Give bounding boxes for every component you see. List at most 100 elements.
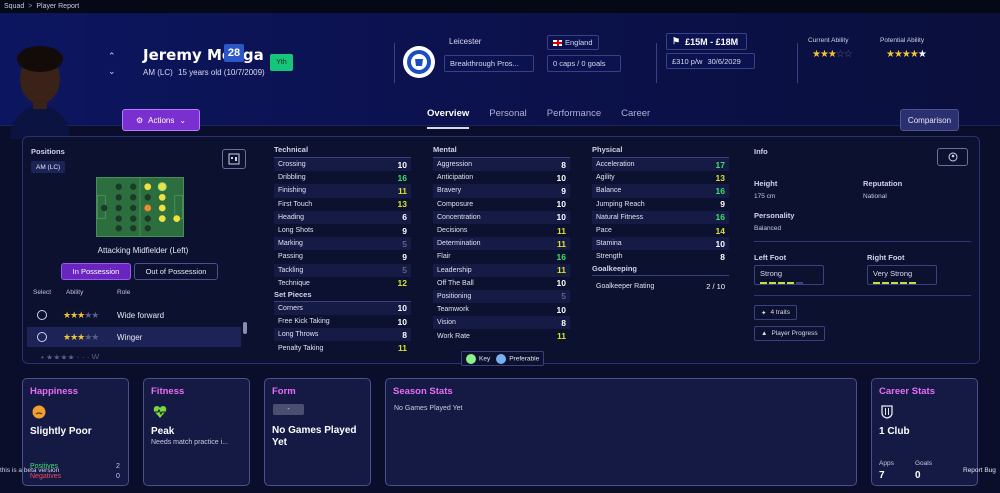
club-crest-icon[interactable] — [403, 46, 435, 78]
attribute-row[interactable]: Concentration 10 — [433, 210, 570, 224]
tag-icon: ⚑ — [672, 36, 681, 46]
report-bug-link[interactable]: Report Bug — [963, 467, 996, 474]
attribute-row[interactable]: Composure 10 — [433, 198, 570, 211]
attribute-row[interactable]: Flair 16 — [433, 250, 570, 263]
happiness-face-icon — [32, 405, 46, 419]
chevron-down-icon[interactable]: ⌄ — [108, 66, 116, 77]
attribute-row[interactable]: Tackling 5 — [274, 263, 411, 277]
attribute-row[interactable]: Off The Ball 10 — [433, 277, 570, 290]
attribute-row[interactable]: Natural Fitness 16 — [592, 210, 729, 224]
caps: 0 caps / 0 goals — [547, 55, 621, 72]
attribute-row[interactable]: Acceleration 17 — [592, 158, 729, 172]
tab-personal[interactable]: Personal — [489, 108, 527, 129]
attribute-value: 9 — [561, 185, 566, 196]
attribute-name: Long Throws — [278, 331, 319, 339]
attribute-row[interactable]: Finishing 11 — [274, 184, 411, 198]
actions-button[interactable]: ⚙ Actions ⌄ — [122, 109, 200, 131]
attribute-name: Leadership — [437, 266, 472, 274]
attribute-value: 13 — [715, 172, 725, 183]
club-name[interactable]: Leicester — [444, 34, 486, 49]
attribute-name: Strength — [596, 253, 623, 261]
attribute-row[interactable]: Determination 11 — [433, 237, 570, 251]
right-foot-label: Right Foot — [867, 253, 905, 262]
attribute-row[interactable]: Agility 13 — [592, 171, 729, 184]
position-pitch — [96, 177, 184, 237]
attribute-row[interactable]: Pace 14 — [592, 224, 729, 237]
career-clubs: 1 Club — [879, 426, 910, 437]
attribute-value: 10 — [397, 303, 407, 314]
attribute-row[interactable]: Passing 9 — [274, 250, 411, 263]
attribute-row[interactable]: Goalkeeper Rating 2 / 10 — [592, 280, 729, 293]
attribute-name: Aggression — [437, 161, 473, 169]
attribute-name: Technique — [278, 279, 310, 287]
attribute-row[interactable]: Long Throws 8 — [274, 328, 411, 342]
nation[interactable]: England — [547, 35, 599, 50]
role-radio[interactable] — [37, 310, 47, 320]
season-stats-card[interactable]: Season Stats No Games Played Yet — [385, 378, 857, 486]
info-settings-icon[interactable] — [937, 148, 968, 166]
attribute-row[interactable]: Teamwork 10 — [433, 303, 570, 316]
attribute-row[interactable]: Stamina 10 — [592, 237, 729, 251]
attribute-row[interactable]: Marking 5 — [274, 237, 411, 251]
attribute-row[interactable]: Crossing 10 — [274, 158, 411, 172]
role-radio[interactable] — [37, 332, 47, 342]
attribute-row[interactable]: Balance 16 — [592, 184, 729, 198]
attribute-row[interactable]: Jumping Reach 9 — [592, 198, 729, 211]
career-stats-card[interactable]: Career Stats 1 Club Apps 7 Goals 0 — [871, 378, 978, 486]
position-details-icon[interactable] — [222, 149, 246, 169]
role-row-wide-forward[interactable]: ★★★★★ Wide forward — [27, 305, 241, 325]
squad-number: 28 — [224, 44, 244, 62]
roles-scrollbar[interactable] — [243, 322, 247, 334]
right-foot-value: Very Strong — [873, 269, 913, 278]
out-of-possession-toggle[interactable]: Out of Possession — [134, 263, 218, 280]
attribute-row[interactable]: First Touch 13 — [274, 198, 411, 211]
reputation-value: National — [863, 193, 887, 200]
attribute-name: Long Shots — [278, 227, 314, 235]
attribute-row[interactable]: Strength 8 — [592, 250, 729, 263]
attribute-row[interactable]: Work Rate 11 — [433, 329, 570, 342]
positions-title: Positions — [31, 147, 65, 156]
player-progress-button[interactable]: ▲ Player Progress — [754, 326, 825, 341]
attribute-name: Corners — [278, 304, 303, 312]
attribute-value: 10 — [556, 278, 566, 289]
attribute-row[interactable]: Positioning 5 — [433, 289, 570, 304]
attribute-row[interactable]: Vision 8 — [433, 316, 570, 330]
attribute-row[interactable]: Bravery 9 — [433, 184, 570, 198]
attribute-row[interactable]: Aggression 8 — [433, 158, 570, 172]
preferable-dot-icon — [496, 353, 507, 364]
role-name: Winger — [117, 332, 143, 342]
form-card[interactable]: Form - No Games Played Yet — [264, 378, 371, 486]
attribute-row[interactable]: Free Kick Taking 10 — [274, 315, 411, 328]
value-range: ⚑ £15M - £18M — [666, 33, 747, 50]
in-possession-toggle[interactable]: In Possession — [61, 263, 131, 280]
ability-header: Ability — [66, 289, 84, 296]
attribute-row[interactable]: Anticipation 10 — [433, 171, 570, 184]
attribute-value: 8 — [720, 251, 725, 262]
negatives-label: Negatives — [30, 473, 62, 480]
attribute-row[interactable]: Dribbling 16 — [274, 171, 411, 184]
tab-overview[interactable]: Overview — [427, 108, 470, 129]
tab-career[interactable]: Career — [621, 108, 650, 129]
attribute-row[interactable]: Heading 6 — [274, 210, 411, 224]
actions-icon: ⚙ — [135, 115, 144, 125]
attribute-row[interactable]: Long Shots 9 — [274, 224, 411, 237]
attribute-name: Crossing — [278, 161, 306, 169]
attribute-row[interactable]: Technique 12 — [274, 277, 411, 290]
attribute-row[interactable]: Corners 10 — [274, 301, 411, 316]
chevron-up-icon[interactable]: ⌃ — [108, 51, 116, 62]
attribute-row[interactable]: Leadership 11 — [433, 263, 570, 277]
traits-button[interactable]: ✦ 4 traits — [754, 305, 797, 320]
current-ability-stars: ★★★☆☆ — [812, 49, 853, 60]
comparison-button[interactable]: Comparison — [900, 109, 959, 131]
attribute-value: 10 — [397, 159, 407, 170]
breadcrumb-squad[interactable]: Squad — [4, 3, 24, 10]
key-dot-icon — [466, 353, 476, 364]
tab-performance[interactable]: Performance — [547, 108, 601, 129]
flag-icon — [553, 39, 562, 46]
role-row-winger[interactable]: ★★★★★ Winger — [27, 327, 241, 347]
attribute-row[interactable]: Penalty Taking 11 — [274, 341, 411, 354]
attribute-row[interactable]: Decisions 11 — [433, 224, 570, 237]
attribute-name: Stamina — [596, 240, 622, 248]
season-stats-note: No Games Played Yet — [394, 405, 463, 412]
fitness-card[interactable]: Fitness Peak Needs match practice i... — [143, 378, 250, 486]
